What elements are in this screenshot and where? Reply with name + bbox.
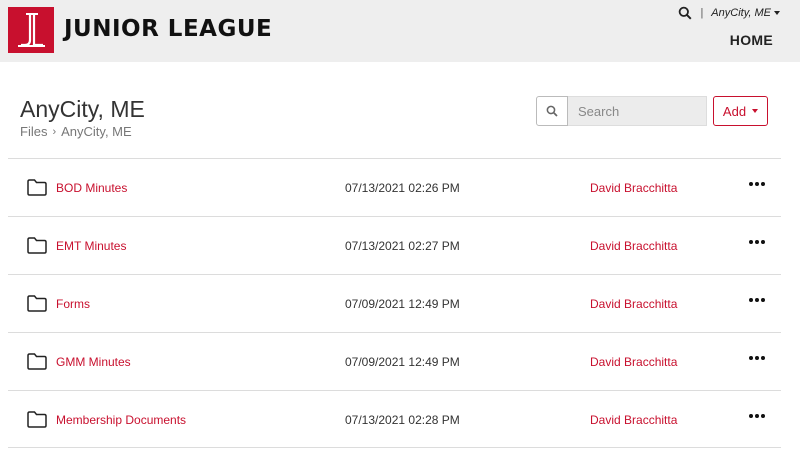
breadcrumb-current: AnyCity, ME — [61, 124, 132, 139]
folder-icon — [27, 411, 47, 428]
more-options-icon[interactable] — [749, 351, 765, 365]
search-icon — [546, 105, 558, 117]
file-date: 07/09/2021 12:49 PM — [345, 297, 460, 311]
folder-icon — [27, 353, 47, 370]
file-search — [536, 96, 707, 126]
file-date: 07/13/2021 02:26 PM — [345, 181, 460, 195]
file-name-link[interactable]: GMM Minutes — [56, 355, 131, 369]
more-options-icon[interactable] — [749, 293, 765, 307]
page-title: AnyCity, ME — [20, 96, 145, 122]
folder-icon — [27, 179, 47, 196]
utility-bar: | AnyCity, ME — [678, 6, 780, 20]
file-list: BOD Minutes 07/13/2021 02:26 PM David Br… — [8, 158, 781, 448]
file-owner-link[interactable]: David Bracchitta — [590, 181, 677, 195]
file-owner-link[interactable]: David Bracchitta — [590, 413, 677, 427]
breadcrumb: Files › AnyCity, ME — [20, 124, 132, 139]
table-row[interactable]: Forms 07/09/2021 12:49 PM David Bracchit… — [8, 274, 781, 332]
file-name-link[interactable]: Forms — [56, 297, 90, 311]
file-name-link[interactable]: BOD Minutes — [56, 181, 127, 195]
more-options-icon[interactable] — [749, 235, 765, 249]
file-date: 07/13/2021 02:27 PM — [345, 239, 460, 253]
file-name-link[interactable]: Membership Documents — [56, 413, 186, 427]
jl-logo-mark-icon — [18, 13, 45, 47]
table-row[interactable]: EMT Minutes 07/13/2021 02:27 PM David Br… — [8, 216, 781, 274]
table-row[interactable]: GMM Minutes 07/09/2021 12:49 PM David Br… — [8, 332, 781, 390]
chevron-down-icon[interactable] — [774, 11, 780, 15]
search-input[interactable] — [568, 96, 707, 126]
breadcrumb-root[interactable]: Files — [20, 124, 47, 139]
add-button[interactable]: Add — [713, 96, 768, 126]
more-options-icon[interactable] — [749, 177, 765, 191]
brand-name[interactable]: JUNIOR LEAGUE — [64, 16, 272, 42]
junior-league-logo[interactable] — [8, 7, 54, 53]
table-row[interactable]: Membership Documents 07/13/2021 02:28 PM… — [8, 390, 781, 448]
add-button-label: Add — [722, 103, 747, 119]
chevron-right-icon: › — [52, 125, 57, 138]
file-owner-link[interactable]: David Bracchitta — [590, 297, 677, 311]
file-date: 07/13/2021 02:28 PM — [345, 413, 460, 427]
search-button[interactable] — [536, 96, 568, 126]
more-options-icon[interactable] — [749, 409, 765, 423]
search-icon[interactable] — [678, 6, 692, 20]
file-name-link[interactable]: EMT Minutes — [56, 239, 126, 253]
site-header: JUNIOR LEAGUE | AnyCity, ME HOME — [0, 0, 800, 62]
folder-icon — [27, 237, 47, 254]
file-owner-link[interactable]: David Bracchitta — [590, 239, 677, 253]
chevron-down-icon — [752, 109, 759, 113]
folder-icon — [27, 295, 47, 312]
table-row[interactable]: BOD Minutes 07/13/2021 02:26 PM David Br… — [8, 158, 781, 216]
city-menu[interactable]: AnyCity, ME — [711, 7, 771, 19]
file-owner-link[interactable]: David Bracchitta — [590, 355, 677, 369]
file-date: 07/09/2021 12:49 PM — [345, 355, 460, 369]
utility-separator: | — [700, 7, 704, 19]
nav-home-link[interactable]: HOME — [730, 32, 773, 48]
